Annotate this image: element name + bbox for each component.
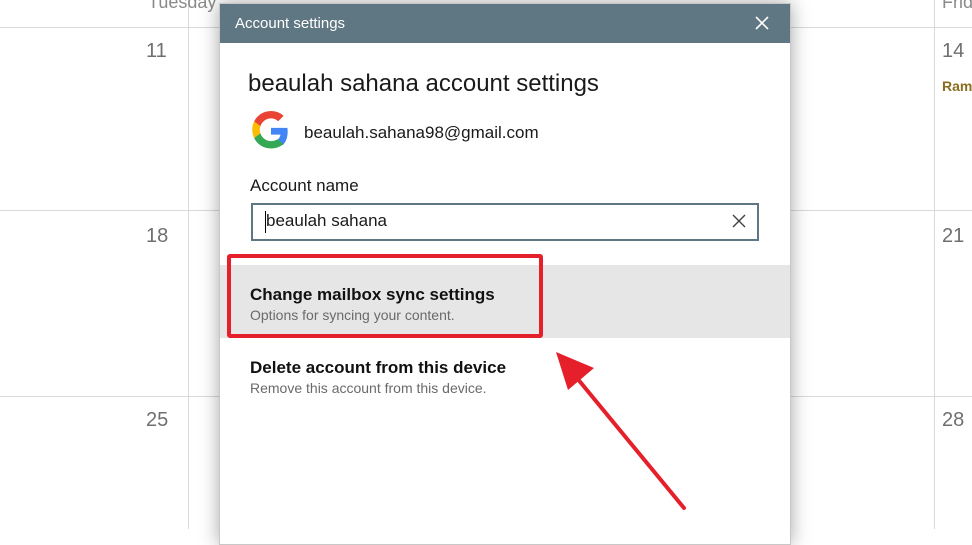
date-cell[interactable]: 11	[146, 40, 167, 63]
calendar-event[interactable]: Ram	[942, 78, 972, 94]
calendar-col-divider	[188, 0, 189, 529]
day-header-friday: Friday	[942, 0, 972, 12]
google-logo-icon	[252, 111, 288, 149]
account-name-value[interactable]: beaulah sahana	[266, 211, 387, 231]
date-cell[interactable]: 21	[942, 225, 964, 248]
date-cell[interactable]: 25	[146, 409, 168, 432]
highlight-box	[227, 254, 543, 338]
dialog-titlebar: Account settings	[220, 4, 790, 43]
date-cell[interactable]: 14	[942, 40, 964, 63]
close-icon[interactable]	[752, 13, 772, 33]
page-title: beaulah sahana account settings	[248, 70, 599, 97]
account-email: beaulah.sahana98@gmail.com	[304, 123, 539, 142]
account-name-label: Account name	[250, 176, 359, 195]
option-title: Delete account from this device	[250, 358, 507, 377]
dialog-title: Account settings	[235, 15, 346, 32]
date-cell[interactable]: 28	[942, 409, 964, 432]
clear-text-icon[interactable]	[731, 213, 747, 229]
account-name-input[interactable]: beaulah sahana	[251, 203, 759, 241]
calendar-col-divider	[934, 0, 935, 529]
delete-account-option[interactable]: Delete account from this device Remove t…	[220, 342, 790, 402]
option-subtitle: Remove this account from this device.	[250, 380, 487, 396]
date-cell[interactable]: 18	[146, 225, 168, 248]
day-header-tuesday: Tuesday	[148, 0, 217, 12]
